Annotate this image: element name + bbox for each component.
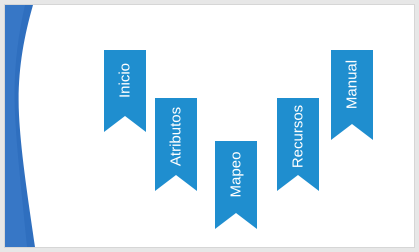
nav-label-mapeo: Mapeo: [227, 151, 245, 198]
nav-ribbon-inicio[interactable]: Inicio: [104, 50, 146, 132]
nav-label-manual: Manual: [343, 59, 361, 110]
nav-label-atributos: Atributos: [167, 106, 185, 167]
nav-ribbon-atributos[interactable]: Atributos: [155, 98, 197, 191]
main-panel: Inicio Atributos Mapeo Recursos Manual: [4, 4, 415, 248]
nav-label-inicio: Inicio: [116, 62, 134, 99]
nav-ribbon-manual[interactable]: Manual: [331, 50, 373, 140]
decorative-wave: [5, 5, 35, 247]
nav-ribbon-recursos[interactable]: Recursos: [277, 98, 319, 191]
nav-label-recursos: Recursos: [289, 104, 307, 169]
nav-ribbon-mapeo[interactable]: Mapeo: [215, 141, 257, 229]
